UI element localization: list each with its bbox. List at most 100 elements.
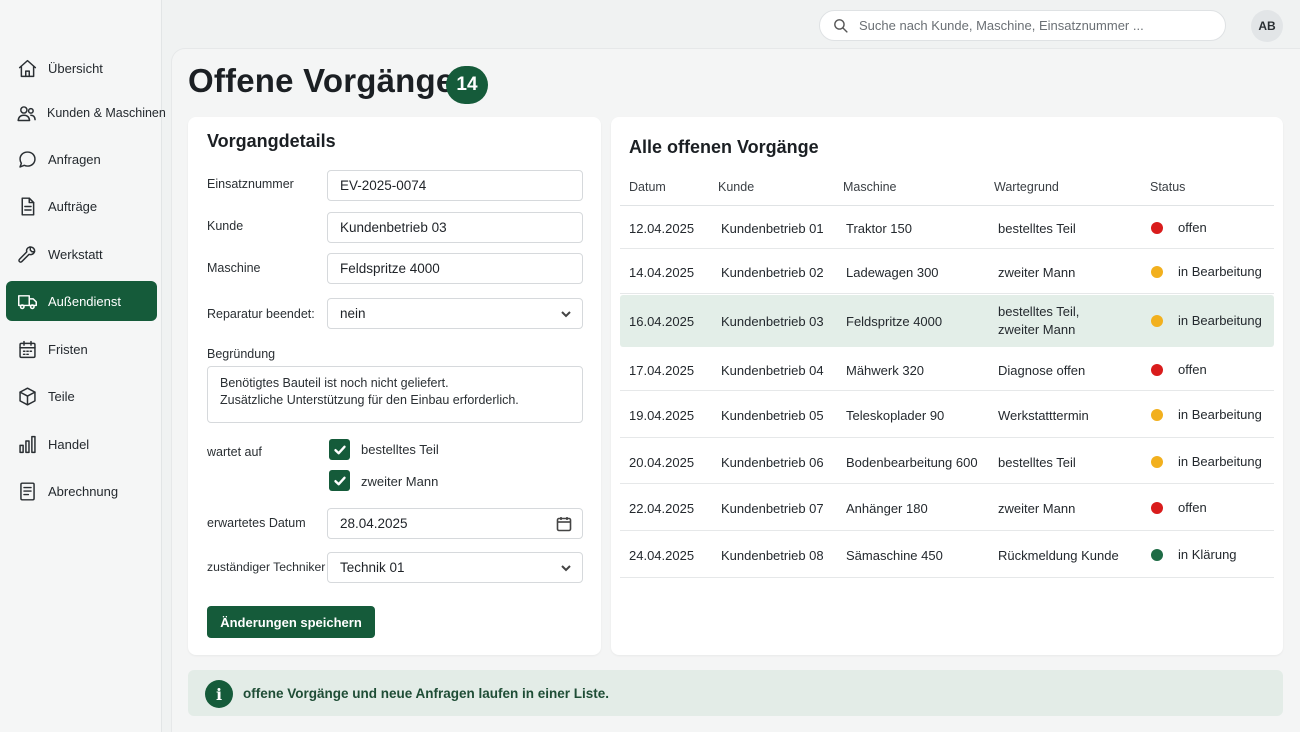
table-row[interactable] bbox=[620, 485, 1274, 531]
cell-maschine: Anhänger 180 bbox=[846, 501, 928, 516]
document-icon bbox=[16, 195, 38, 217]
column-header-datum[interactable]: Datum bbox=[629, 180, 666, 194]
status-dot bbox=[1151, 502, 1163, 514]
techniker-label: zuständiger Techniker bbox=[207, 560, 326, 574]
einsatznummer-field[interactable] bbox=[327, 170, 583, 201]
cell-status: in Bearbeitung bbox=[1178, 453, 1262, 469]
search-icon bbox=[834, 19, 848, 33]
sidebar-item-uebersicht[interactable]: Übersicht bbox=[6, 48, 157, 88]
checkbox-bestelltes-teil[interactable] bbox=[329, 439, 350, 460]
cell-datum: 22.04.2025 bbox=[629, 501, 695, 516]
table-row[interactable] bbox=[620, 392, 1274, 438]
calendar-icon[interactable] bbox=[556, 516, 572, 532]
home-icon bbox=[16, 57, 38, 79]
wartet-label: wartet auf bbox=[207, 445, 262, 459]
sidebar-item-label: Handel bbox=[48, 436, 90, 452]
users-icon bbox=[16, 102, 37, 124]
cell-wartegrund: zweiter Mann bbox=[998, 322, 1076, 337]
checkbox-label: bestelltes Teil bbox=[361, 442, 439, 457]
reparatur-label: Reparatur beendet: bbox=[207, 307, 315, 321]
datum-field[interactable]: 28.04.2025 bbox=[327, 508, 583, 539]
maschine-label: Maschine bbox=[207, 261, 261, 275]
sidebar-item-label: Außendienst bbox=[48, 293, 121, 309]
table-row[interactable] bbox=[620, 295, 1274, 347]
cell-datum: 20.04.2025 bbox=[629, 454, 695, 470]
calendar-icon bbox=[16, 338, 38, 360]
cell-status: offen bbox=[1178, 219, 1207, 235]
checkbox-label: zweiter Mann bbox=[361, 474, 439, 489]
column-header-wartegrund[interactable]: Wartegrund bbox=[994, 180, 1059, 194]
table-row[interactable] bbox=[620, 532, 1274, 578]
sidebar-item-auftraege[interactable]: Aufträge bbox=[6, 186, 157, 226]
cell-wartegrund: zweiter Mann bbox=[998, 265, 1076, 280]
cell-kunde: Kundenbetrieb 02 bbox=[721, 265, 824, 280]
cell-kunde: Kundenbetrieb 01 bbox=[721, 220, 824, 236]
checkbox-zweiter-mann[interactable] bbox=[329, 470, 350, 491]
sidebar-item-abrechnung[interactable]: Abrechnung bbox=[6, 471, 157, 511]
table-title: Alle offenen Vorgänge bbox=[629, 137, 819, 157]
cell-datum: 17.04.2025 bbox=[629, 362, 695, 378]
cell-datum: 12.04.2025 bbox=[629, 220, 695, 236]
cell-wartegrund: zweiter Mann bbox=[998, 501, 1076, 516]
cell-status: offen bbox=[1178, 500, 1207, 515]
banner-text: offene Vorgänge und neue Anfragen laufen… bbox=[243, 686, 610, 701]
sidebar-item-label: Teile bbox=[48, 388, 75, 404]
receipt-icon bbox=[16, 480, 38, 502]
cell-maschine: Mähwerk 320 bbox=[846, 362, 925, 378]
cell-maschine: Traktor 150 bbox=[846, 220, 912, 236]
einsatznummer-label: Einsatznummer bbox=[207, 177, 294, 191]
table-row[interactable] bbox=[620, 206, 1274, 249]
column-header-kunde[interactable]: Kunde bbox=[718, 180, 754, 194]
techniker-select[interactable]: Technik 01 bbox=[327, 552, 583, 583]
status-dot bbox=[1151, 455, 1163, 468]
wrench-icon bbox=[16, 243, 38, 265]
begruendung-textarea[interactable]: Benötigtes Bauteil ist noch nicht gelief… bbox=[207, 366, 583, 423]
save-button[interactable]: Änderungen speichern bbox=[207, 606, 375, 638]
sidebar-item-teile[interactable]: Teile bbox=[6, 376, 157, 416]
sidebar-item-aussendienst[interactable]: Außendienst bbox=[6, 281, 157, 321]
table-row[interactable] bbox=[620, 348, 1274, 391]
sidebar-item-fristen[interactable]: Fristen bbox=[6, 329, 157, 369]
chevron-down-icon bbox=[560, 562, 572, 574]
sidebar-item-werkstatt[interactable]: Werkstatt bbox=[6, 234, 157, 274]
table-row[interactable] bbox=[620, 250, 1274, 294]
search-input[interactable] bbox=[859, 18, 1209, 33]
sidebar-item-handel[interactable]: Handel bbox=[6, 424, 157, 464]
begruendung-label: Begründung bbox=[207, 347, 276, 361]
cell-wartegrund: Diagnose offen bbox=[998, 362, 1086, 378]
reparatur-select[interactable]: nein bbox=[327, 298, 583, 329]
cell-datum: 24.04.2025 bbox=[629, 548, 695, 563]
cell-wartegrund: Rückmeldung Kunde bbox=[998, 548, 1119, 563]
box-icon bbox=[16, 385, 38, 407]
cell-status: in Bearbeitung bbox=[1178, 264, 1262, 279]
cell-kunde: Kundenbetrieb 03 bbox=[721, 314, 824, 329]
cell-maschine: Bodenbearbeitung 600 bbox=[846, 454, 978, 470]
column-header-status[interactable]: Status bbox=[1150, 180, 1185, 194]
avatar[interactable]: AB bbox=[1251, 10, 1283, 42]
begruendung-line: Benötigtes Bauteil ist noch nicht gelief… bbox=[220, 376, 449, 390]
status-dot bbox=[1151, 221, 1163, 234]
datum-value: 28.04.2025 bbox=[340, 516, 408, 531]
sidebar-item-label: Werkstatt bbox=[48, 246, 103, 262]
begruendung-line: Zusätzliche Unterstützung für den Einbau… bbox=[220, 393, 519, 407]
cell-maschine: Feldspritze 4000 bbox=[846, 314, 943, 329]
sidebar-item-anfragen[interactable]: Anfragen bbox=[6, 139, 157, 179]
kunde-field[interactable] bbox=[327, 212, 583, 243]
sidebar-item-label: Aufträge bbox=[48, 198, 98, 214]
status-dot bbox=[1151, 315, 1163, 327]
cell-datum: 14.04.2025 bbox=[629, 265, 695, 280]
datum-label: erwartetes Datum bbox=[207, 516, 306, 530]
cell-maschine: Teleskoplader 90 bbox=[846, 408, 945, 423]
search-bar[interactable] bbox=[819, 10, 1226, 41]
maschine-field[interactable] bbox=[327, 253, 583, 284]
status-dot bbox=[1151, 409, 1163, 421]
count-badge: 14 bbox=[446, 66, 488, 104]
status-dot bbox=[1151, 266, 1163, 278]
sidebar-item-label: Übersicht bbox=[48, 60, 103, 76]
sidebar-item-kunden-maschinen[interactable]: Kunden & Maschinen bbox=[6, 93, 166, 133]
sidebar-item-label: Anfragen bbox=[48, 151, 101, 167]
cell-status: in Bearbeitung bbox=[1178, 407, 1262, 422]
sidebar-item-label: Kunden & Maschinen bbox=[47, 106, 166, 120]
check-icon bbox=[333, 445, 346, 454]
column-header-maschine[interactable]: Maschine bbox=[843, 180, 897, 194]
